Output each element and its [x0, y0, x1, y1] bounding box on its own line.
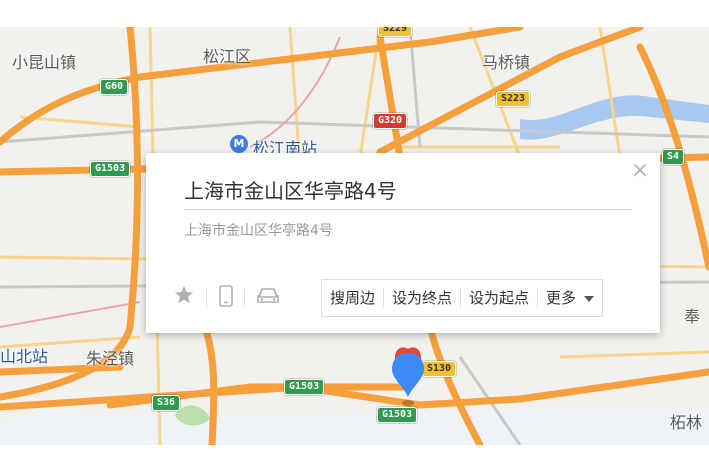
car-icon[interactable]: [256, 287, 280, 309]
popup-address: 上海市金山区华亭路4号: [184, 223, 333, 239]
place-label: 朱泾镇: [86, 349, 135, 368]
water-area: [0, 407, 709, 445]
metro-icon: M: [230, 135, 248, 153]
set-origin-button[interactable]: 设为起点: [461, 288, 539, 308]
action-bar: 搜周边 设为终点 设为起点 更多: [321, 279, 604, 317]
road-shield: S4: [662, 149, 685, 165]
marker-shadow: [402, 400, 414, 406]
search-nearby-button[interactable]: 搜周边: [322, 288, 385, 308]
road-shield: G1503: [284, 379, 325, 395]
place-label: 奉: [684, 307, 701, 326]
road-shield: G60: [100, 79, 129, 95]
close-icon[interactable]: ×: [630, 160, 650, 182]
set-destination-button[interactable]: 设为终点: [384, 288, 462, 308]
place-label: 小昆山镇: [12, 53, 77, 72]
place-label: 松江区: [203, 47, 252, 66]
popup-divider: [184, 209, 632, 210]
phone-icon[interactable]: [218, 285, 234, 311]
road-shield: S223: [496, 91, 531, 107]
popup-title: 上海市金山区华亭路4号: [184, 179, 397, 203]
road-shield: S130: [422, 361, 457, 377]
star-icon[interactable]: [174, 285, 194, 309]
road-shield: G1503: [90, 161, 131, 177]
road-shield: G320: [373, 113, 408, 129]
more-label: 更多: [546, 289, 577, 307]
more-button[interactable]: 更多: [538, 288, 602, 308]
road-shield: S36: [152, 395, 181, 411]
chevron-down-icon: [584, 295, 595, 302]
station-label: 山北站: [0, 347, 49, 366]
place-label: 柘林: [670, 413, 703, 432]
metro-line-west: [0, 301, 141, 328]
blue-marker-shape: [392, 353, 424, 397]
info-window: × 上海市金山区华亭路4号 上海市金山区华亭路4号 搜周边 设为终点 设为起点 …: [146, 153, 660, 333]
icon-separator: [206, 289, 207, 307]
road-shield: S229: [378, 27, 413, 37]
place-label: 马桥镇: [482, 53, 531, 72]
icon-separator: [244, 289, 245, 307]
